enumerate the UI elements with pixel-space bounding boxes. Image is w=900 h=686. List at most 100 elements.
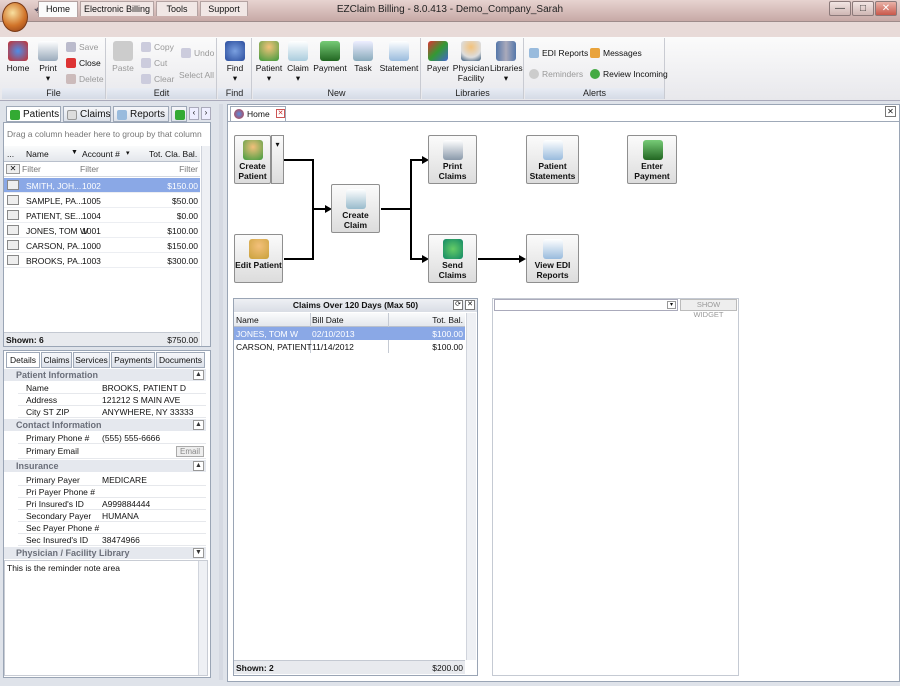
messages-button[interactable]: Messages: [590, 47, 642, 60]
close-button[interactable]: Close: [66, 57, 101, 70]
column-balance[interactable]: Tot. Cla. Bal.: [149, 149, 197, 159]
select-all-button[interactable]: Select All: [179, 69, 214, 82]
tab-home[interactable]: Home: [38, 1, 78, 17]
insurance-section[interactable]: Insurance ▲: [4, 460, 206, 472]
paste-button[interactable]: Paste: [109, 41, 137, 73]
column-total-balance[interactable]: Tot. Bal.: [432, 315, 463, 325]
refresh-widget-icon[interactable]: ⟳: [453, 300, 463, 310]
close-window-button[interactable]: ✕: [875, 1, 897, 16]
copy-button[interactable]: Copy: [141, 41, 174, 54]
tabs-scroll-left-button[interactable]: ‹: [189, 107, 199, 120]
new-claim-button[interactable]: Claim ▾: [285, 41, 311, 83]
close-document-button[interactable]: ✕: [885, 106, 896, 117]
tab-detail-claims[interactable]: Claims: [41, 352, 72, 368]
patient-balance: $50.00: [172, 196, 198, 206]
reminder-note-area[interactable]: This is the reminder note area: [4, 560, 208, 676]
claims-scrollbar[interactable]: [466, 313, 476, 660]
patient-information-section[interactable]: Patient Information ▲: [4, 369, 206, 381]
find-button[interactable]: Find ▾: [220, 41, 250, 83]
table-row[interactable]: CARSON, PATIENT 11/14/2012 $100.00: [234, 340, 465, 353]
money-icon: [643, 140, 663, 160]
tab-support[interactable]: Support: [200, 1, 248, 16]
create-claim-button[interactable]: Create Claim: [331, 184, 380, 233]
tab-overflow[interactable]: [171, 106, 187, 122]
edi-reports-button[interactable]: EDI Reports: [529, 47, 588, 60]
save-button[interactable]: Save: [66, 41, 98, 54]
widget-select[interactable]: ▾: [494, 299, 678, 311]
review-incoming-button[interactable]: Review Incoming: [590, 68, 668, 81]
print-button[interactable]: Print ▾: [34, 41, 62, 83]
column-more[interactable]: ...: [7, 149, 14, 159]
balance-filter-input[interactable]: [138, 163, 198, 175]
filter-dropdown-icon[interactable]: ▾: [126, 149, 130, 157]
secondary-payer-row: Secondary Payer HUMANA: [18, 510, 206, 522]
email-button[interactable]: Email: [175, 446, 204, 457]
collapse-icon[interactable]: ▲: [193, 461, 204, 471]
vertical-splitter[interactable]: [219, 104, 223, 680]
scissors-icon: [141, 58, 151, 68]
contact-information-section[interactable]: Contact Information ▲: [4, 419, 206, 431]
new-payment-button[interactable]: Payment: [313, 41, 347, 73]
reminder-scrollbar[interactable]: [198, 561, 207, 675]
table-row[interactable]: JONES, TOM W 1001 $100.00: [4, 223, 200, 238]
account-filter-input[interactable]: [80, 163, 135, 175]
name-filter-input[interactable]: [22, 163, 77, 175]
view-edi-reports-button[interactable]: View EDI Reports: [526, 234, 579, 283]
clear-filter-button[interactable]: ✕: [6, 164, 20, 174]
column-account[interactable]: Account #: [82, 149, 120, 159]
new-task-button[interactable]: Task: [350, 41, 376, 73]
table-row[interactable]: PATIENT, SE... 1004 $0.00: [4, 208, 200, 223]
patient-statements-button[interactable]: Patient Statements: [526, 135, 579, 184]
create-patient-dropdown[interactable]: ▾: [271, 135, 284, 184]
tabs-scroll-right-button[interactable]: ›: [201, 107, 211, 120]
table-row[interactable]: BROOKS, PA... 1003 $300.00: [4, 253, 200, 268]
enter-payment-button[interactable]: Enter Payment: [627, 135, 677, 184]
tab-details[interactable]: Details: [6, 352, 40, 368]
maximize-button[interactable]: □: [852, 1, 874, 16]
new-statement-button[interactable]: Statement: [379, 41, 419, 73]
patient-balance: $150.00: [167, 181, 198, 191]
tab-payments[interactable]: Payments: [111, 352, 155, 368]
create-patient-button[interactable]: Create Patient: [234, 135, 271, 184]
close-tab-icon[interactable]: ✕: [276, 109, 285, 118]
expand-icon[interactable]: ▼: [193, 548, 204, 558]
send-claims-button[interactable]: Send Claims: [428, 234, 477, 283]
tab-electronic-billing[interactable]: Electronic Billing: [80, 1, 154, 16]
table-row[interactable]: JONES, TOM W 02/10/2013 $100.00: [234, 327, 465, 340]
table-row[interactable]: SAMPLE, PA... 1005 $50.00: [4, 193, 200, 208]
physician-facility-section[interactable]: Physician / Facility Library ▼: [4, 547, 206, 559]
patients-scrollbar[interactable]: [201, 146, 210, 346]
reminders-button[interactable]: Reminders: [529, 68, 583, 81]
table-row[interactable]: CARSON, PA... 1000 $150.00: [4, 238, 200, 253]
tab-tools[interactable]: Tools: [156, 1, 198, 16]
collapse-icon[interactable]: ▲: [193, 370, 204, 380]
payer-button[interactable]: Payer: [424, 41, 452, 73]
column-bill-date[interactable]: Bill Date: [312, 315, 344, 325]
tab-claims[interactable]: Claims: [63, 106, 111, 122]
show-widget-button[interactable]: SHOW WIDGET: [680, 299, 737, 319]
app-menu-icon[interactable]: [2, 2, 28, 32]
print-claims-button[interactable]: Print Claims: [428, 135, 477, 184]
column-name[interactable]: Name: [236, 315, 259, 325]
new-patient-button[interactable]: Patient ▾: [254, 41, 284, 83]
delete-button[interactable]: Delete: [66, 73, 104, 86]
tab-reports[interactable]: Reports: [113, 106, 169, 122]
minimize-button[interactable]: —: [829, 1, 851, 16]
clear-button[interactable]: Clear: [141, 73, 174, 86]
tab-documents[interactable]: Documents: [156, 352, 205, 368]
cut-button[interactable]: Cut: [141, 57, 167, 70]
home-button[interactable]: Home: [4, 41, 32, 73]
home-document-tab[interactable]: Home ✕: [230, 106, 286, 121]
table-row[interactable]: SMITH, JOH... 1002 $150.00: [4, 178, 200, 193]
printer-icon: [443, 140, 463, 160]
close-widget-icon[interactable]: ✕: [465, 300, 475, 310]
libraries-button[interactable]: Libraries ▾: [490, 41, 523, 83]
edit-patient-button[interactable]: Edit Patient: [234, 234, 283, 283]
tab-services[interactable]: Services: [73, 352, 110, 368]
undo-button[interactable]: Undo: [181, 47, 214, 60]
collapse-icon[interactable]: ▲: [193, 420, 204, 430]
column-name[interactable]: Name: [26, 149, 49, 159]
physician-facility-button[interactable]: Physician Facility: [452, 41, 490, 83]
tab-patients[interactable]: Patients: [6, 106, 61, 122]
claims-footer: Shown: 2 $200.00: [234, 660, 465, 674]
